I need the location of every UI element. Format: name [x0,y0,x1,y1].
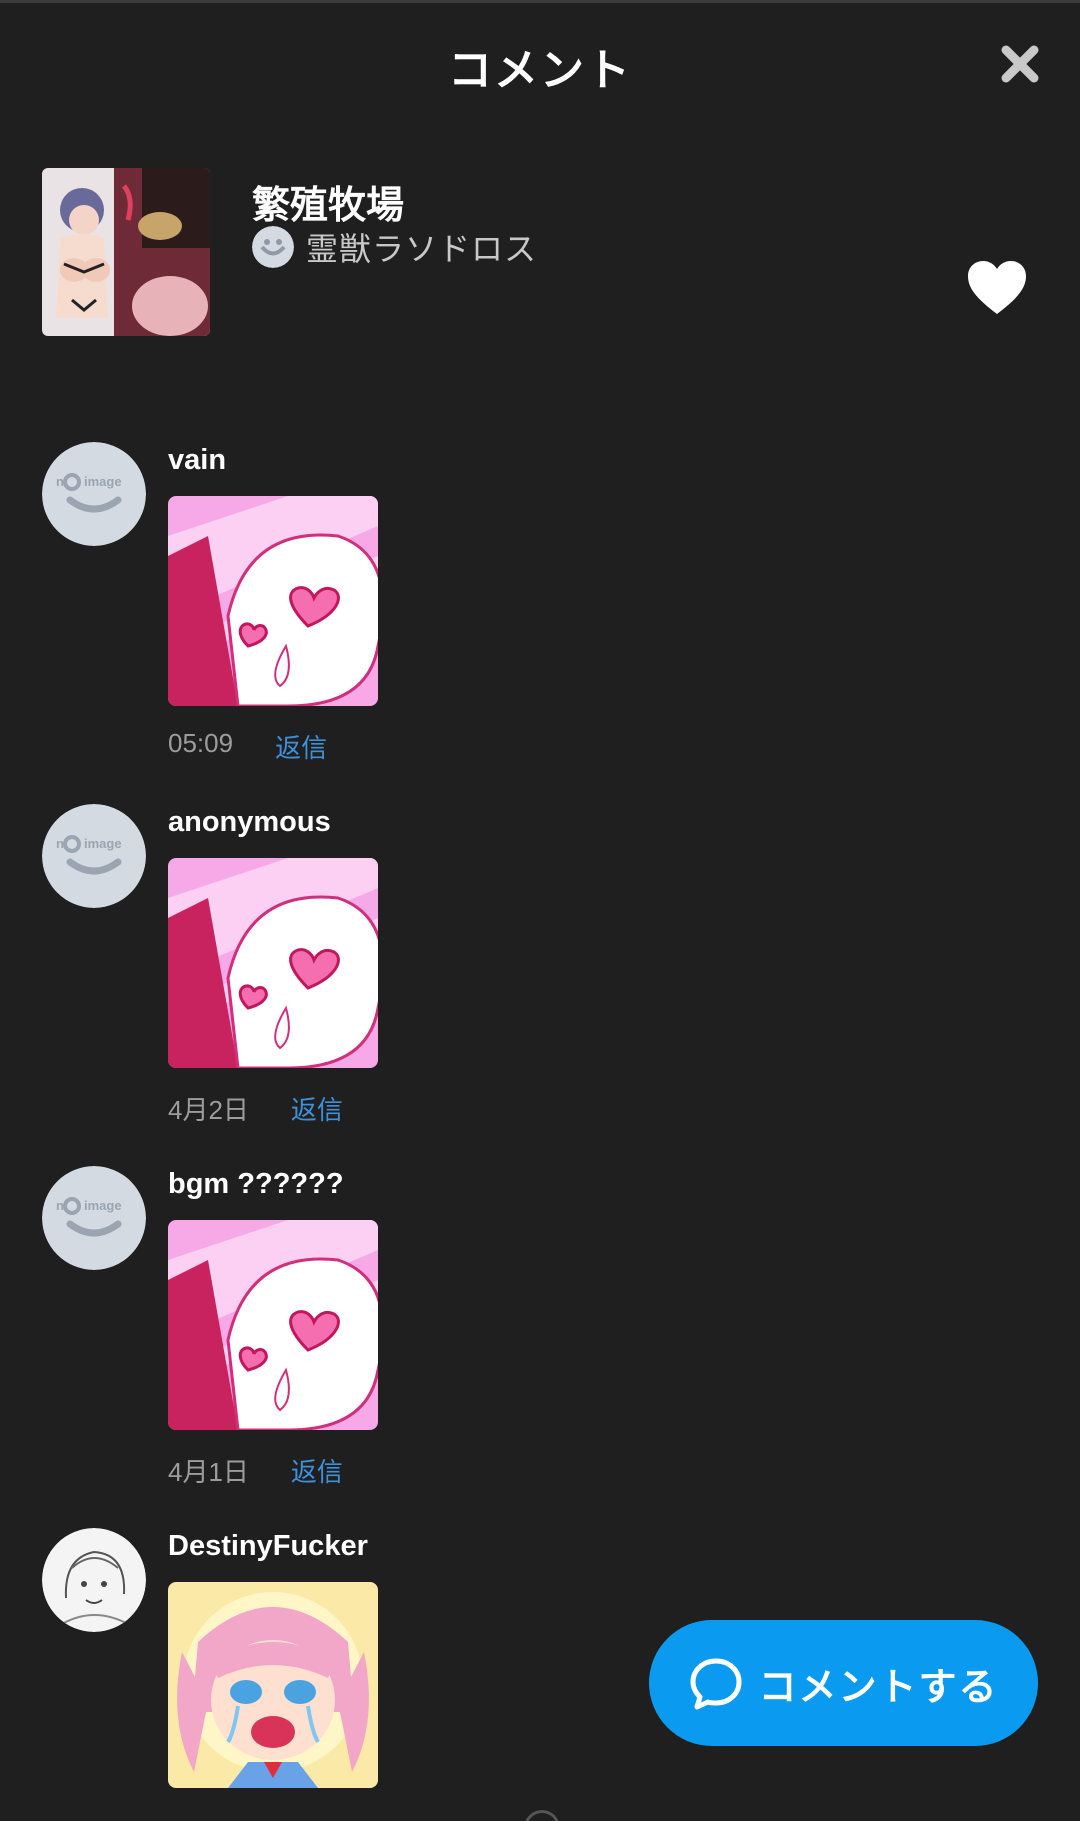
comment-username[interactable]: bgm ?????? [168,1168,344,1201]
page-title: コメント [448,46,632,95]
comment-meta: 4月2日 返信 [168,1090,343,1127]
comment-meta: 4月1日 返信 [168,1452,343,1489]
comment-item: n image vain 05:09 返信 [0,440,1080,802]
avatar-text-image: image [84,836,122,851]
comment-date: 4月2日 [168,1095,249,1125]
comment-date: 4月1日 [168,1457,249,1487]
avatar-text-n: n [56,1198,64,1213]
author-avatar [252,226,294,268]
comment-sticker-image[interactable] [168,496,378,706]
avatar[interactable]: n image [42,442,146,546]
avatar-text-image: image [84,474,122,489]
avatar[interactable]: n image [42,804,146,908]
comment-sticker-image[interactable] [168,858,378,1068]
heart-icon [968,261,1026,314]
close-button[interactable] [992,36,1048,92]
favorite-button[interactable] [966,260,1028,316]
comment-username[interactable]: anonymous [168,806,331,839]
write-comment-button[interactable]: コメントする [649,1620,1038,1746]
work-author[interactable]: 霊獣ラソドロス [252,226,537,268]
avatar[interactable]: n image [42,1166,146,1270]
header: コメント [0,0,1080,120]
speech-bubble-icon [690,1658,742,1710]
avatar-text-n: n [56,474,64,489]
comment-sticker-image[interactable] [168,1582,378,1788]
comment-username[interactable]: vain [168,444,226,477]
close-icon [1001,45,1039,83]
comment-item: n image bgm ?????? 4月1日 返信 [0,1164,1080,1526]
write-comment-label: コメントする [758,1666,999,1709]
comment-sticker-image[interactable] [168,1220,378,1430]
work-info: 繁殖牧場 霊獣ラソドロス [42,168,1042,336]
work-title[interactable]: 繁殖牧場 [252,174,404,229]
work-cover-image[interactable] [42,168,210,336]
comment-username[interactable]: DestinyFucker [168,1530,368,1563]
comment-meta: 05:09 返信 [168,728,327,765]
avatar[interactable] [42,1528,146,1632]
avatar-text-image: image [84,1198,122,1213]
reply-link[interactable]: 返信 [291,1452,343,1489]
comment-item: n image anonymous 4月2日 返信 [0,802,1080,1164]
author-name: 霊獣ラソドロス [306,231,538,267]
reply-link[interactable]: 返信 [291,1090,343,1127]
comment-list: n image vain 05:09 返信 n image anonymous … [0,440,1080,1821]
comment-date: 05:09 [168,728,234,758]
reply-link[interactable]: 返信 [275,728,327,765]
avatar-text-n: n [56,836,64,851]
